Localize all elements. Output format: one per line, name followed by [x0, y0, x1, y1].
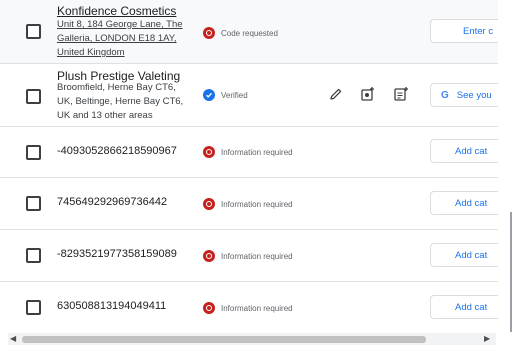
- see-your-profile-button[interactable]: G See you: [430, 83, 498, 107]
- error-circle-icon: [203, 198, 215, 210]
- business-name[interactable]: Konfidence Cosmetics: [57, 4, 176, 18]
- row-checkbox[interactable]: [26, 196, 41, 211]
- button-label: Add cat: [455, 301, 488, 313]
- table-row[interactable]: -4093052866218590967 Information require…: [0, 127, 498, 178]
- status-badge: Verified: [203, 89, 248, 101]
- add-category-button[interactable]: Add cat: [430, 243, 498, 267]
- error-circle-icon: [203, 27, 215, 39]
- verified-badge-icon: [203, 89, 215, 101]
- error-circle-icon: [203, 146, 215, 158]
- table-row[interactable]: 745649292969736442 Information required …: [0, 178, 498, 230]
- status-badge: Information required: [203, 250, 293, 262]
- pencil-icon[interactable]: [328, 86, 344, 102]
- status-badge: Information required: [203, 146, 293, 158]
- status-badge: Information required: [203, 198, 293, 210]
- business-name[interactable]: -4093052866218590967: [57, 145, 177, 157]
- enter-code-button[interactable]: Enter c: [430, 19, 498, 43]
- add-photo-icon[interactable]: [360, 86, 376, 102]
- table-row[interactable]: -8293521977358159089 Information require…: [0, 230, 498, 282]
- table-row[interactable]: Konfidence Cosmetics Unit 8, 184 George …: [0, 0, 498, 64]
- error-circle-icon: [203, 302, 215, 314]
- add-category-button[interactable]: Add cat: [430, 139, 498, 163]
- status-badge: Information required: [203, 302, 293, 314]
- button-label: Add cat: [455, 249, 488, 261]
- row-checkbox[interactable]: [26, 248, 41, 263]
- business-address[interactable]: Unit 8, 184 George Lane, The Galleria, L…: [57, 18, 187, 60]
- row-checkbox[interactable]: [26, 145, 41, 160]
- business-list-viewport: Konfidence Cosmetics Unit 8, 184 George …: [0, 0, 512, 360]
- business-address: Broomfield, Herne Bay CT6, UK, Beltinge,…: [57, 82, 184, 121]
- button-label: Add cat: [455, 145, 488, 157]
- table-row[interactable]: Plush Prestige Valeting Broomfield, Hern…: [0, 64, 498, 127]
- horizontal-scrollbar-thumb[interactable]: [22, 336, 426, 343]
- status-text: Verified: [221, 90, 248, 100]
- status-text: Information required: [221, 251, 293, 261]
- status-badge: Code requested: [203, 27, 278, 39]
- add-category-button[interactable]: Add cat: [430, 295, 498, 319]
- business-name[interactable]: -8293521977358159089: [57, 248, 177, 260]
- status-text: Information required: [221, 147, 293, 157]
- row-checkbox[interactable]: [26, 300, 41, 315]
- table-row[interactable]: 630508813194049411 Information required …: [0, 282, 498, 333]
- business-name[interactable]: 630508813194049411: [57, 300, 166, 312]
- button-label: See you: [456, 89, 492, 101]
- error-circle-icon: [203, 250, 215, 262]
- add-post-icon[interactable]: [393, 86, 409, 102]
- button-label: Enter c: [463, 25, 494, 37]
- google-g-icon: G: [441, 89, 449, 101]
- scroll-left-arrow-icon[interactable]: ◀: [10, 334, 16, 344]
- row-checkbox[interactable]: [26, 89, 41, 104]
- scroll-right-arrow-icon[interactable]: ▶: [484, 334, 490, 344]
- status-text: Code requested: [221, 28, 278, 38]
- row-checkbox[interactable]: [26, 24, 41, 39]
- business-table: Konfidence Cosmetics Unit 8, 184 George …: [0, 0, 498, 333]
- status-text: Information required: [221, 199, 293, 209]
- add-category-button[interactable]: Add cat: [430, 191, 498, 215]
- button-label: Add cat: [455, 197, 488, 209]
- status-text: Information required: [221, 303, 293, 313]
- business-name[interactable]: 745649292969736442: [57, 196, 167, 208]
